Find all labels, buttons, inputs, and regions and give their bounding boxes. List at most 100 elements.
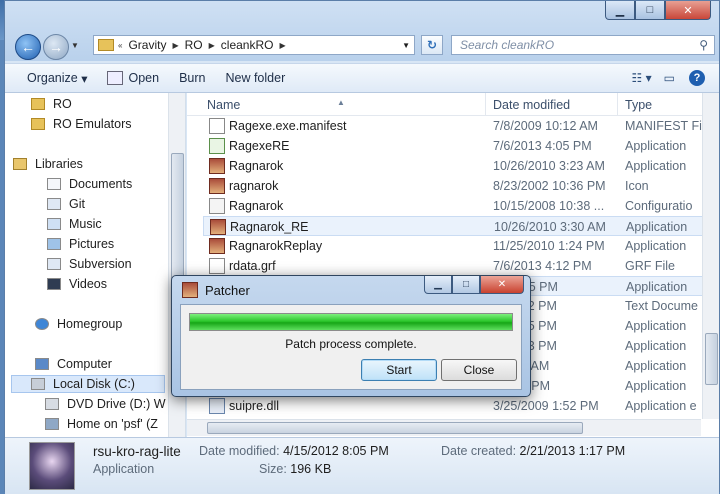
refresh-button[interactable]: ↻ [421,35,443,55]
nav-item-label: Pictures [69,237,115,251]
nav-item-documents[interactable]: Documents [47,175,132,193]
search-placeholder: Search cleankRO [460,38,555,52]
file-row[interactable]: RagexeRE 7/6/2013 4:05 PM Application [203,136,703,156]
navigation-pane: RO RO Emulators Libraries Documents Git … [5,93,186,437]
column-headers: Name ▲ Date modified Type [187,93,719,116]
file-date: 10/26/2010 3:23 AM [493,159,605,173]
nav-item-local-disk[interactable]: Local Disk (C:) [11,375,165,393]
file-name: rdata.grf [229,259,276,273]
address-dropdown-icon[interactable]: ▼ [402,41,410,50]
nav-item-git[interactable]: Git [47,195,85,213]
nav-item-ro-emulators[interactable]: RO Emulators [31,115,132,133]
nav-item-network-drive[interactable]: Home on 'psf' (Z [45,415,158,433]
nav-item-pictures[interactable]: Pictures [47,235,114,253]
file-row[interactable]: RagnarokReplay 11/25/2010 1:24 PM Applicat… [203,236,703,256]
file-row[interactable]: rdata.grf 7/6/2013 4:12 PM GRF File [203,256,703,276]
dialog-title-text: Patcher [205,282,250,298]
new-folder-button[interactable]: New folder [225,71,285,85]
patch-progress-bar [189,313,513,331]
folder-icon [31,98,45,110]
file-list-scrollbar[interactable] [702,93,719,419]
file-list-scroll-thumb[interactable] [705,333,718,385]
file-type: Icon [625,179,649,193]
burn-label: Burn [179,71,206,85]
details-file-name: rsu-kro-rag-lite [93,444,181,459]
nav-item-videos[interactable]: Videos [47,275,107,293]
column-name[interactable]: Name [207,98,240,112]
patch-status-message: Patch process complete. [285,337,417,351]
file-row[interactable]: ragnarok 8/23/2002 10:36 PM Icon [203,176,703,196]
organize-button[interactable]: Organize ▾ [27,71,87,86]
ragnarok-app-icon [210,219,226,235]
dialog-close-icon[interactable]: ✕ [480,276,524,294]
back-button[interactable]: ← [15,34,41,60]
nav-item-label: RO Emulators [53,117,132,131]
organize-label: Organize [27,71,78,85]
column-type[interactable]: Type [625,98,652,112]
nav-item-libraries[interactable]: Libraries [13,155,83,173]
libraries-icon [13,158,27,170]
file-date: 10/15/2008 10:38 ... [493,199,605,213]
file-date: 7/6/2013 4:05 PM [493,139,592,153]
command-bar: Organize ▾ Open Burn New folder ☷ ▾ ▭ ? [5,63,719,93]
help-icon[interactable]: ? [689,70,705,86]
view-options-icon[interactable]: ☷ ▾ [632,71,652,85]
nav-item-label: Homegroup [57,317,123,331]
burn-button[interactable]: Burn [179,71,205,85]
forward-button[interactable]: → [43,34,69,60]
nav-item-computer[interactable]: Computer [35,355,112,373]
column-date-label: Date modified [493,98,571,112]
disk-icon [31,378,45,390]
file-name: Ragexe.exe.manifest [229,119,347,133]
dialog-minimize-button[interactable]: ▁ [424,276,452,294]
nav-item-dvd-drive[interactable]: DVD Drive (D:) W [45,395,166,413]
file-name: Ragnarok [229,199,284,213]
folder-icon [98,39,114,51]
breadcrumb-ro[interactable]: RO [185,38,203,52]
file-type: Configuratio [625,199,693,213]
file-type: MANIFEST Fi [625,119,702,133]
nav-item-label: DVD Drive (D:) W [67,397,166,411]
chevron-right-icon[interactable]: ▶ [172,41,178,50]
breadcrumb-overflow-icon[interactable]: « [118,41,122,50]
breadcrumb-cleankro[interactable]: cleankRO [221,38,274,52]
search-input[interactable]: Search cleankRO ⚲ [451,35,715,55]
chevron-right-icon[interactable]: ▶ [209,41,215,50]
nav-item-music[interactable]: Music [47,215,102,233]
file-row[interactable]: Ragexe.exe.manifest 7/8/2009 10:12 AM MANI… [203,116,703,136]
recent-pages-dropdown[interactable]: ▼ [71,41,79,50]
file-row[interactable]: suipre.dll 3/25/2009 1:52 PM Application e [203,396,703,416]
open-button[interactable]: Open [107,71,159,85]
nav-item-subversion[interactable]: Subversion [47,255,132,273]
view-controls: ☷ ▾ ▭ ? [620,70,705,86]
address-bar[interactable]: « Gravity ▶ RO ▶ cleankRO ▶ ▼ [93,35,415,55]
breadcrumb-gravity[interactable]: Gravity [128,38,166,52]
horizontal-scroll-thumb[interactable] [207,422,583,434]
search-icon: ⚲ [699,38,708,52]
chevron-right-icon[interactable]: ▶ [279,41,285,50]
minimize-button[interactable]: ▁ [605,1,635,20]
nav-item-ro[interactable]: RO [31,95,72,113]
column-divider[interactable] [485,93,486,115]
dialog-body: Patch process complete. Start Close [180,304,522,390]
preview-pane-icon[interactable]: ▭ [664,71,675,85]
maximize-button[interactable]: □ [635,1,665,20]
open-label: Open [128,71,160,85]
dialog-maximize-button[interactable]: □ [452,276,480,294]
close-window-button[interactable]: ✕ [665,1,711,20]
file-row-selected[interactable]: Ragnarok_RE 10/26/2010 3:30 AM Application [203,216,703,236]
window-controls: ▁ □ ✕ [605,1,711,20]
start-button[interactable]: Start [361,359,437,381]
nav-item-homegroup[interactable]: Homegroup [35,315,122,333]
patcher-dialog: Patcher ▁ □ ✕ Patch process complete. St… [171,275,531,397]
column-divider[interactable] [617,93,618,115]
file-row[interactable]: Ragnarok 10/15/2008 10:38 ... Configuratio [203,196,703,216]
file-type: Application [626,280,688,294]
details-date-created: Date created: 2/21/2013 1:17 PM [441,444,625,458]
column-date-modified[interactable]: Date modified [493,98,570,112]
horizontal-scrollbar[interactable] [187,419,701,436]
close-button[interactable]: Close [441,359,517,381]
network-drive-icon [45,418,59,430]
nav-item-label: Subversion [69,257,132,271]
file-row[interactable]: Ragnarok 10/26/2010 3:23 AM Application [203,156,703,176]
